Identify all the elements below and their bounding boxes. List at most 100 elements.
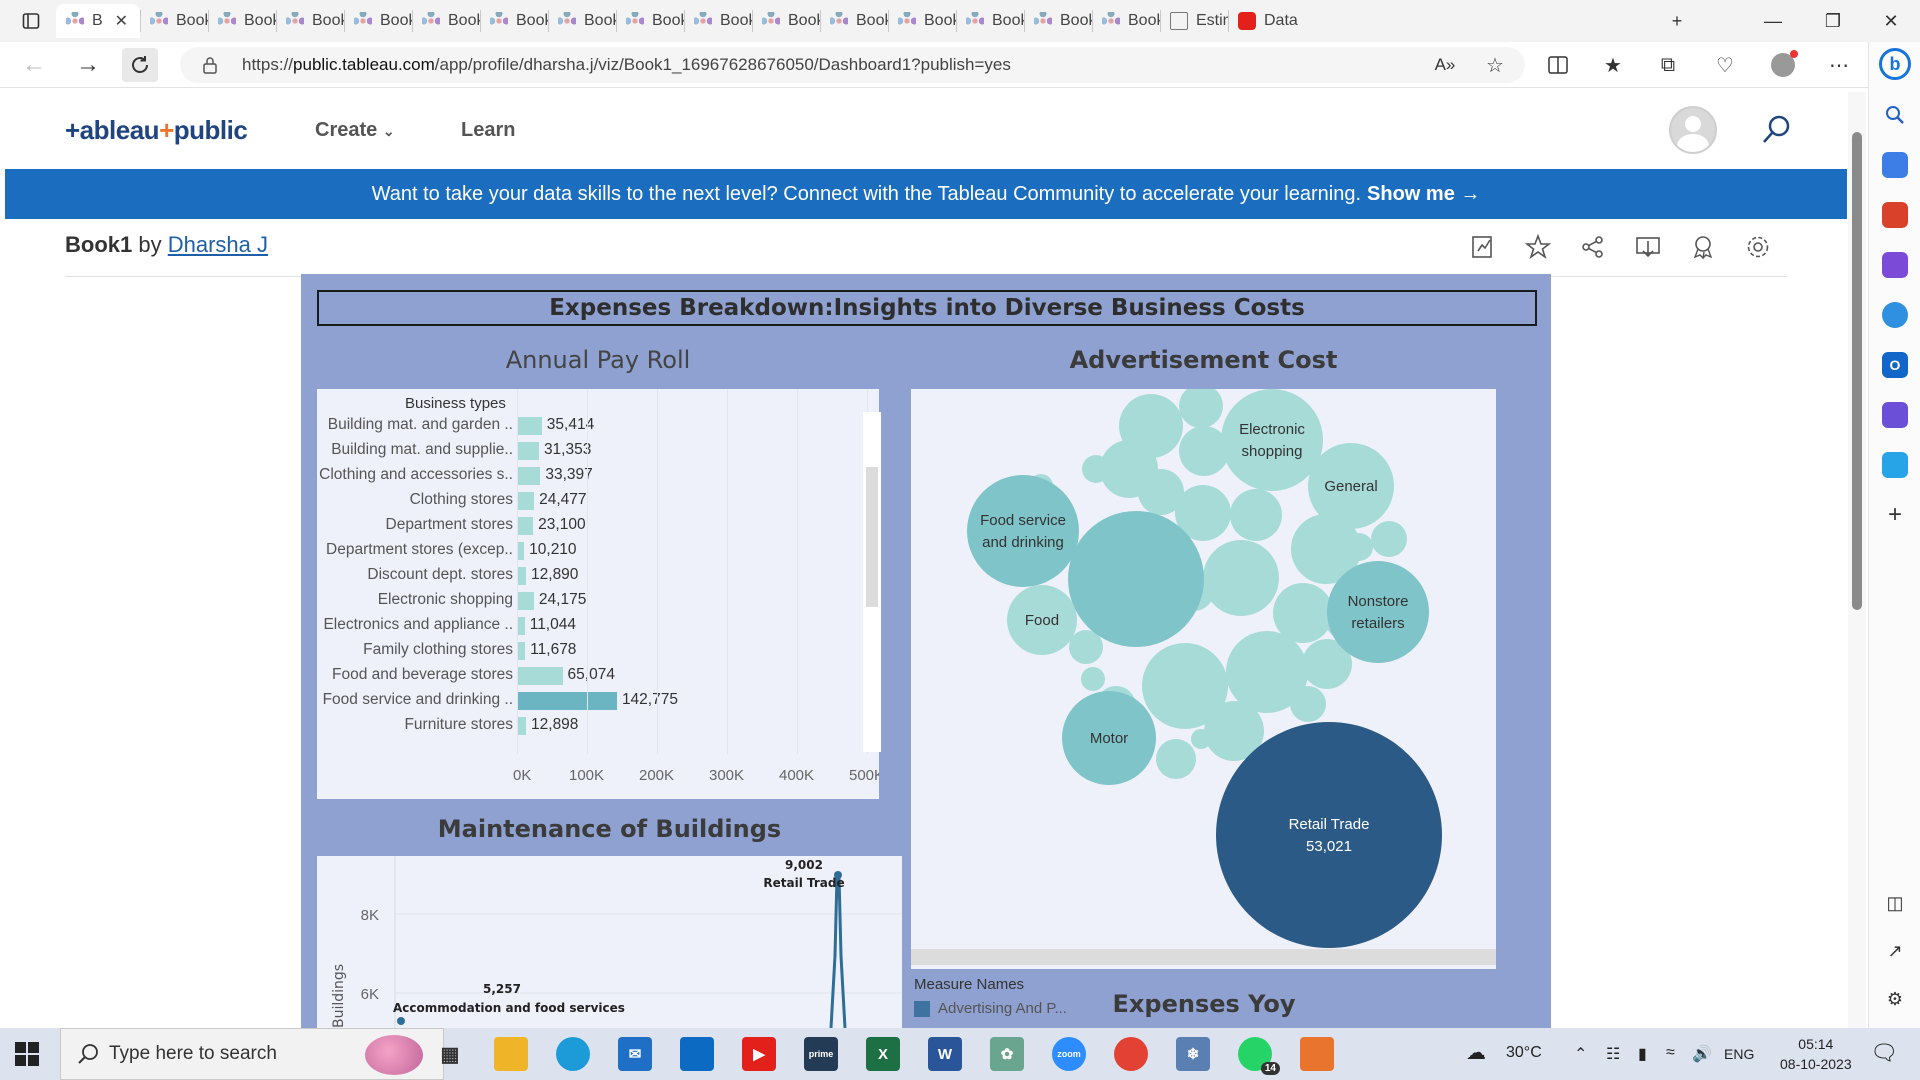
payroll-bar[interactable] — [517, 667, 563, 685]
zoom-icon[interactable]: zoom — [1052, 1037, 1086, 1071]
author-link[interactable]: Dharsha J — [168, 232, 268, 257]
legend-item[interactable]: Advertising And P... — [914, 1000, 1067, 1017]
whatsapp-icon[interactable]: 14 — [1238, 1037, 1280, 1075]
payroll-bar[interactable] — [517, 717, 527, 735]
browser-tab[interactable]: Book — [548, 4, 616, 38]
advert-bubble-food-service-and-drinking[interactable] — [967, 475, 1079, 587]
show-hidden-icons-chevron[interactable]: ⌃ — [1574, 1044, 1587, 1064]
tableau-public-logo[interactable]: +ableau+public — [65, 115, 248, 146]
advert-bubble[interactable] — [1179, 389, 1223, 428]
edge-browser-icon[interactable] — [556, 1037, 590, 1071]
lock-icon[interactable] — [202, 56, 218, 74]
settings-gear-icon[interactable] — [1741, 230, 1775, 264]
browser-tab[interactable]: Book — [820, 4, 888, 38]
language-indicator[interactable]: ENG — [1724, 1046, 1754, 1062]
advert-bubble[interactable] — [1371, 521, 1407, 557]
maintenance-line-series[interactable] — [829, 874, 847, 1028]
volume-icon[interactable]: 🔊 — [1692, 1044, 1712, 1064]
page-scrollbar[interactable] — [1848, 92, 1866, 1028]
task-view-icon[interactable]: ▦ — [433, 1037, 467, 1071]
wifi-icon[interactable]: ≈ — [1666, 1044, 1675, 1062]
favorites-icon[interactable]: ★ — [1598, 50, 1628, 80]
share-icon[interactable] — [1576, 230, 1610, 264]
bubble-chart-scrollbar[interactable] — [911, 949, 1496, 965]
designer-icon[interactable] — [1882, 402, 1908, 428]
browser-tab[interactable]: Book — [480, 4, 548, 38]
nav-create[interactable]: Create ⌄ — [315, 119, 395, 142]
forward-button[interactable]: → — [70, 48, 106, 82]
browser-tab[interactable]: Book — [616, 4, 684, 38]
microsoft-store-icon[interactable] — [680, 1037, 714, 1071]
more-menu-icon[interactable]: ⋯ — [1824, 50, 1854, 80]
advert-bubble[interactable] — [1156, 739, 1196, 779]
advert-bubble-nonstore-retailers[interactable] — [1327, 561, 1429, 663]
browser-tab[interactable]: Book — [956, 4, 1024, 38]
advert-bubble-electronic-shopping[interactable] — [1221, 389, 1323, 491]
metrics-badge-icon[interactable] — [1686, 230, 1720, 264]
payroll-bar[interactable] — [517, 442, 539, 460]
outlook-icon[interactable]: O — [1882, 352, 1908, 378]
advert-bubble[interactable] — [1203, 540, 1279, 616]
advert-bubble[interactable] — [1191, 729, 1211, 749]
system-clock[interactable]: 05:14 08-10-2023 — [1780, 1034, 1852, 1074]
browser-tab[interactable]: Book — [344, 4, 412, 38]
payroll-bar[interactable] — [517, 542, 525, 560]
close-window-button[interactable]: ✕ — [1868, 4, 1914, 38]
payroll-bar[interactable] — [517, 692, 617, 710]
payroll-bar[interactable] — [517, 642, 526, 660]
tableau-app-icon[interactable] — [1300, 1037, 1334, 1071]
shopping-tag-icon[interactable] — [1882, 152, 1908, 178]
close-tab-icon[interactable]: ✕ — [115, 11, 128, 31]
chatgpt-icon[interactable]: ✿ — [990, 1037, 1024, 1071]
browser-tab[interactable]: Estim — [1160, 4, 1228, 38]
payroll-bar[interactable] — [517, 517, 534, 535]
payroll-bar[interactable] — [517, 492, 535, 510]
refresh-button[interactable] — [122, 48, 158, 82]
microsoft365-icon[interactable] — [1882, 302, 1908, 328]
favorite-star-icon[interactable]: ☆ — [1480, 50, 1510, 80]
advertisement-bubble-chart[interactable]: Electronic shopping General Food service and… — [911, 389, 1496, 969]
advert-bubble[interactable] — [1082, 455, 1110, 483]
external-link-icon[interactable]: ↗ — [1882, 938, 1908, 964]
edit-workbook-icon[interactable] — [1466, 230, 1500, 264]
performance-icon[interactable]: ♡ — [1710, 50, 1740, 80]
network-icon[interactable]: ☷ — [1606, 1044, 1620, 1064]
minimize-button[interactable]: — — [1750, 4, 1796, 38]
browser-tab[interactable]: Book — [1024, 4, 1092, 38]
back-button[interactable]: ← — [16, 48, 52, 82]
payroll-scrollbar[interactable] — [863, 412, 881, 752]
tab-actions-icon[interactable] — [8, 4, 54, 38]
download-icon[interactable] — [1631, 230, 1665, 264]
mail-icon[interactable]: ✉ — [618, 1037, 652, 1071]
copilot-icon[interactable]: b — [1879, 48, 1911, 80]
snowflake-app-icon[interactable]: ❄ — [1176, 1037, 1210, 1071]
games-icon[interactable] — [1882, 252, 1908, 278]
windows-start-icon[interactable] — [14, 1041, 40, 1067]
payroll-scrollbar-thumb[interactable] — [866, 467, 878, 607]
payroll-bar-chart[interactable]: Business types Building mat. and garden … — [317, 389, 879, 799]
advert-bubble[interactable] — [1290, 686, 1326, 722]
profile-avatar-icon[interactable] — [1768, 50, 1798, 80]
payroll-bar[interactable] — [517, 592, 534, 610]
payroll-bar[interactable] — [517, 617, 525, 635]
advert-bubble-retail-trade[interactable] — [1216, 722, 1442, 948]
tools-briefcase-icon[interactable] — [1882, 202, 1908, 228]
browser-tab[interactable]: Book — [1092, 4, 1160, 38]
maintenance-line-chart[interactable]: 8K 6K Buildings 9,002 Retail Trade 5,257… — [317, 856, 902, 1028]
notifications-icon[interactable]: 🗨 — [1870, 1040, 1898, 1066]
search-icon[interactable] — [1882, 102, 1908, 128]
sidebar-settings-icon[interactable]: ⚙ — [1882, 986, 1908, 1012]
prime-video-icon[interactable]: prime — [804, 1037, 838, 1071]
new-tab-button[interactable]: + — [1654, 4, 1700, 38]
url-field[interactable]: https://public.tableau.com/app/profile/d… — [180, 47, 1525, 83]
nav-learn[interactable]: Learn — [461, 119, 515, 142]
payroll-bar[interactable] — [517, 467, 541, 485]
advert-bubble[interactable] — [1230, 489, 1282, 541]
browser-tab[interactable]: Data — [1228, 4, 1308, 38]
add-sidebar-app-icon[interactable]: + — [1882, 501, 1908, 528]
browser-tab[interactable]: Book — [140, 4, 208, 38]
page-scrollbar-thumb[interactable] — [1852, 132, 1862, 610]
browser-tab[interactable]: Book — [888, 4, 956, 38]
sidebar-layout-icon[interactable]: ◫ — [1882, 890, 1908, 916]
favorite-icon[interactable] — [1521, 230, 1555, 264]
